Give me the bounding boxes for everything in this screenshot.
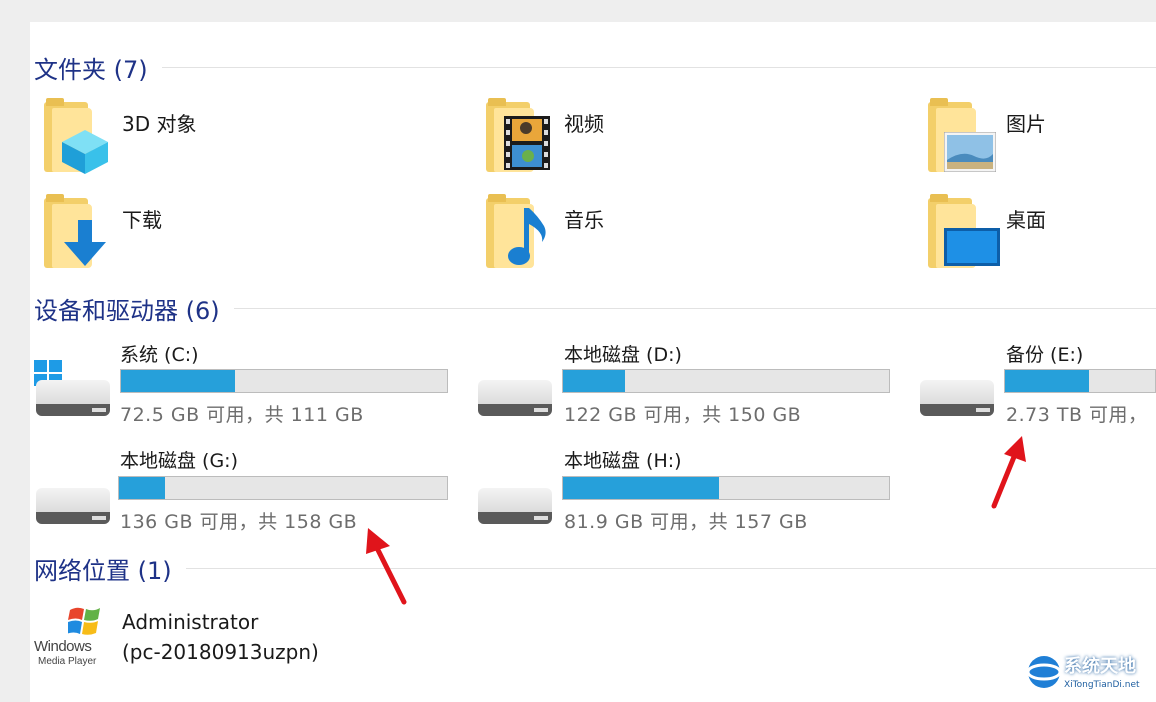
pictures-folder-icon — [928, 98, 998, 174]
downloads-folder-icon — [44, 194, 110, 270]
drive-usage-fill — [563, 477, 720, 499]
group-header-network[interactable]: 网络位置 (1) — [34, 551, 1156, 586]
folder-label: 图片 — [1006, 112, 1046, 136]
folder-item-desktop[interactable]: 桌面 — [926, 194, 1146, 276]
group-title: 网络位置 (1) — [34, 557, 172, 585]
group-divider — [233, 308, 1156, 309]
music-folder-icon — [486, 194, 552, 270]
video-folder-icon — [486, 98, 552, 174]
network-item-administrator[interactable]: Windows Media Player Administrator (pc-2… — [30, 600, 460, 672]
drive-name: 本地磁盘 (H:) — [564, 450, 682, 472]
3d-objects-icon — [44, 98, 110, 174]
drive-free-space: 2.73 TB 可用， — [1006, 404, 1148, 426]
drive-item-e[interactable]: 备份 (E:) 2.73 TB 可用， — [914, 336, 1156, 432]
annotation-arrow-e — [991, 436, 1026, 509]
annotation-arrow-g — [366, 528, 407, 605]
wmp-brand-subtext: Media Player — [38, 656, 97, 667]
drive-free-space: 81.9 GB 可用，共 157 GB — [564, 511, 808, 533]
drive-item-d[interactable]: 本地磁盘 (D:) 122 GB 可用，共 150 GB — [472, 336, 902, 432]
drive-usage-fill — [563, 370, 625, 392]
drive-usage-bar — [118, 476, 448, 500]
drive-free-space: 136 GB 可用，共 158 GB — [120, 511, 358, 533]
site-watermark-logo: 系统天地 XiTongTianDi.net — [1026, 650, 1150, 696]
folder-item-video[interactable]: 视频 — [484, 98, 904, 180]
windows-media-player-icon: Windows Media Player — [34, 604, 110, 670]
drive-name: 系统 (C:) — [120, 344, 199, 366]
group-title: 设备和驱动器 (6) — [34, 297, 220, 325]
drive-name: 备份 (E:) — [1006, 344, 1084, 366]
folder-label: 视频 — [564, 112, 604, 136]
drive-item-h[interactable]: 本地磁盘 (H:) 81.9 GB 可用，共 157 GB — [472, 444, 902, 540]
group-divider — [185, 568, 1156, 569]
drive-usage-fill — [119, 477, 165, 499]
hard-drive-icon — [476, 468, 556, 528]
group-divider — [161, 67, 1156, 68]
folder-label: 3D 对象 — [122, 112, 197, 136]
drive-usage-bar — [562, 369, 890, 393]
folder-label: 音乐 — [564, 208, 604, 232]
watermark-text: 系统天地 — [1064, 656, 1136, 677]
drive-name: 本地磁盘 (G:) — [120, 450, 238, 472]
hard-drive-icon — [918, 360, 998, 420]
drive-item-c[interactable]: 系统 (C:) 72.5 GB 可用，共 111 GB — [30, 336, 460, 432]
watermark-subtext: XiTongTianDi.net — [1064, 680, 1140, 690]
drive-usage-bar — [120, 369, 448, 393]
folder-label: 下载 — [122, 208, 162, 232]
network-detail: (pc-20180913uzpn) — [122, 640, 319, 664]
drive-usage-fill — [1005, 370, 1089, 392]
group-header-folders[interactable]: 文件夹 (7) — [34, 50, 1156, 85]
drive-usage-bar — [562, 476, 890, 500]
system-drive-icon — [34, 360, 114, 420]
desktop-folder-icon — [928, 194, 1000, 270]
group-title: 文件夹 (7) — [34, 56, 148, 84]
folder-item-pictures[interactable]: 图片 — [926, 98, 1146, 180]
folder-item-3d-objects[interactable]: 3D 对象 — [40, 98, 460, 180]
drive-free-space: 122 GB 可用，共 150 GB — [564, 404, 802, 426]
drive-name: 本地磁盘 (D:) — [564, 344, 682, 366]
folder-item-downloads[interactable]: 下载 — [40, 194, 460, 276]
hard-drive-icon — [34, 468, 114, 528]
group-header-drives[interactable]: 设备和驱动器 (6) — [34, 291, 1156, 326]
folder-label: 桌面 — [1006, 208, 1046, 232]
wmp-brand-text: Windows — [34, 638, 92, 655]
network-name: Administrator — [122, 610, 259, 634]
globe-logo-icon — [1026, 656, 1062, 688]
folder-item-music[interactable]: 音乐 — [484, 194, 904, 276]
drive-usage-bar — [1004, 369, 1156, 393]
drive-free-space: 72.5 GB 可用，共 111 GB — [120, 404, 364, 426]
hard-drive-icon — [476, 360, 556, 420]
drive-usage-fill — [121, 370, 236, 392]
